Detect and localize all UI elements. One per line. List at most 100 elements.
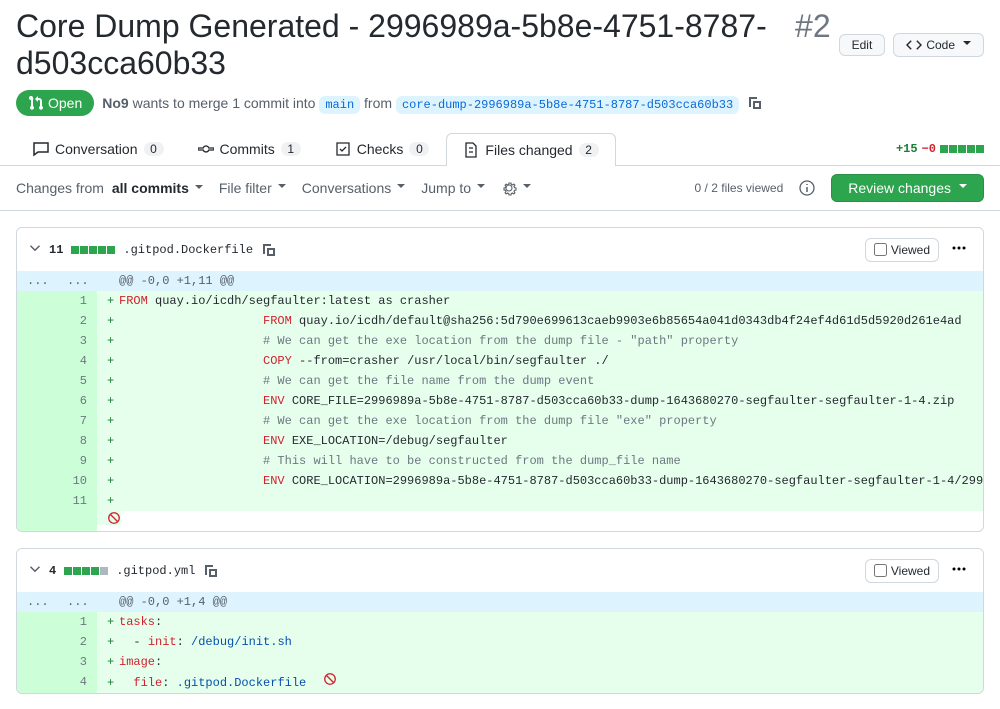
viewed-checkbox[interactable] [874, 243, 887, 256]
line-number-new[interactable]: 10 [57, 471, 97, 491]
code-line: +FROM quay.io/icdh/segfaulter:latest as … [97, 291, 983, 311]
no-newline-icon [323, 672, 337, 686]
line-number-old[interactable] [17, 451, 57, 471]
line-number-old[interactable] [17, 672, 57, 693]
file-diff-icon [463, 142, 479, 158]
line-number-new[interactable]: 2 [57, 632, 97, 652]
diffstat-blocks [940, 145, 984, 153]
info-icon[interactable] [799, 180, 815, 196]
pr-title-row: Core Dump Generated - 2996989a-5b8e-4751… [16, 8, 984, 82]
line-number-old[interactable] [17, 311, 57, 331]
code-line: + ENV CORE_LOCATION=2996989a-5b8e-4751-8… [97, 471, 983, 491]
line-number-old[interactable] [17, 431, 57, 451]
viewed-toggle[interactable]: Viewed [865, 238, 939, 262]
line-number-new[interactable]: 4 [57, 351, 97, 371]
file-name[interactable]: .gitpod.yml [116, 564, 195, 578]
copy-icon[interactable] [261, 242, 277, 258]
no-newline-marker [97, 511, 121, 525]
tab-files-changed[interactable]: Files changed 2 [446, 133, 615, 166]
collapse-file-toggle[interactable] [29, 242, 41, 257]
code-line: + COPY --from=crasher /usr/local/bin/seg… [97, 351, 983, 371]
line-number-new[interactable]: 3 [57, 652, 97, 672]
pr-author[interactable]: No9 [102, 95, 128, 111]
expand-hunk[interactable]: ... [17, 271, 57, 291]
line-number-new[interactable]: 9 [57, 451, 97, 471]
code-line: + - init: /debug/init.sh [97, 632, 983, 652]
collapse-file-toggle[interactable] [29, 563, 41, 578]
file-diff: 4.gitpod.yml Viewed......@@ -0,0 +1,4 @@… [16, 548, 984, 694]
diffstat: +15 −0 [896, 142, 984, 156]
line-number-old[interactable] [17, 371, 57, 391]
file-diffstat-blocks [71, 246, 115, 254]
line-number-old[interactable] [17, 491, 57, 511]
hunk-header: @@ -0,0 +1,11 @@ [97, 271, 983, 291]
line-number-new[interactable]: 8 [57, 431, 97, 451]
line-number-old[interactable] [17, 652, 57, 672]
line-number-old[interactable] [17, 331, 57, 351]
diff-settings-dropdown[interactable] [501, 180, 531, 196]
line-number-new[interactable]: 11 [57, 491, 97, 511]
files-count: 2 [579, 143, 599, 157]
line-number-old[interactable] [17, 291, 57, 311]
state-badge: Open [16, 90, 94, 116]
tab-commits[interactable]: Commits 1 [181, 132, 318, 165]
changes-from-dropdown[interactable]: Changes from all commits [16, 180, 203, 196]
copy-icon[interactable] [203, 563, 219, 579]
line-number-new[interactable]: 1 [57, 612, 97, 632]
file-menu[interactable] [947, 557, 971, 584]
code-line: + # We can get the file name from the du… [97, 371, 983, 391]
viewed-toggle[interactable]: Viewed [865, 559, 939, 583]
line-number-new[interactable]: 7 [57, 411, 97, 431]
line-number-old[interactable] [17, 411, 57, 431]
file-name[interactable]: .gitpod.Dockerfile [123, 243, 253, 257]
pr-title-text: Core Dump Generated - 2996989a-5b8e-4751… [16, 8, 787, 82]
file-change-count: 11 [49, 243, 63, 257]
head-branch[interactable]: core-dump-2996989a-5b8e-4751-8787-d503cc… [396, 96, 739, 114]
line-number-old[interactable] [17, 632, 57, 652]
diff-table: ......@@ -0,0 +1,11 @@1+FROM quay.io/icd… [17, 271, 983, 531]
jump-to-dropdown[interactable]: Jump to [421, 180, 485, 196]
code-line: + FROM quay.io/icdh/default@sha256:5d790… [97, 311, 983, 331]
base-branch[interactable]: main [319, 96, 360, 114]
hunk-header: @@ -0,0 +1,4 @@ [97, 592, 983, 612]
copy-branch-icon[interactable] [747, 95, 763, 111]
pr-number: #2 [795, 8, 831, 45]
file-diff: 11.gitpod.Dockerfile Viewed......@@ -0,0… [16, 227, 984, 532]
no-newline-icon [107, 511, 121, 525]
chevron-down-icon [29, 563, 41, 575]
expand-hunk[interactable]: ... [57, 592, 97, 612]
line-number-new[interactable]: 2 [57, 311, 97, 331]
gear-icon [501, 180, 517, 196]
line-number-new[interactable]: 6 [57, 391, 97, 411]
chevron-down-icon [29, 242, 41, 254]
viewed-checkbox[interactable] [874, 564, 887, 577]
line-number-new[interactable]: 3 [57, 331, 97, 351]
line-number-new[interactable]: 4 [57, 672, 97, 693]
code-line: + ENV EXE_LOCATION=/debug/segfaulter [97, 431, 983, 451]
line-number-old[interactable] [17, 612, 57, 632]
kebab-icon [951, 240, 967, 256]
review-changes-button[interactable]: Review changes [831, 174, 984, 202]
pr-state-row: Open No9 wants to merge 1 commit into ma… [16, 90, 984, 116]
code-line: +tasks: [97, 612, 983, 632]
files-viewed-progress: 0 / 2 files viewed [695, 181, 784, 195]
pr-title: Core Dump Generated - 2996989a-5b8e-4751… [16, 8, 831, 82]
expand-hunk[interactable]: ... [17, 592, 57, 612]
line-number-new[interactable]: 5 [57, 371, 97, 391]
line-number-old[interactable] [17, 351, 57, 371]
file-filter-dropdown[interactable]: File filter [219, 180, 286, 196]
conversations-dropdown[interactable]: Conversations [302, 180, 406, 196]
expand-hunk[interactable]: ... [57, 271, 97, 291]
pr-description: No9 wants to merge 1 commit into main fr… [102, 95, 739, 112]
line-number-new[interactable]: 1 [57, 291, 97, 311]
edit-button[interactable]: Edit [839, 34, 886, 56]
conversation-count: 0 [144, 142, 164, 156]
code-line: + # This will have to be constructed fro… [97, 451, 983, 471]
code-button[interactable]: Code [893, 33, 984, 57]
line-number-old[interactable] [17, 471, 57, 491]
file-menu[interactable] [947, 236, 971, 263]
tab-checks[interactable]: Checks 0 [318, 132, 447, 165]
line-number-old[interactable] [17, 391, 57, 411]
tab-conversation[interactable]: Conversation 0 [16, 132, 181, 165]
code-line: + # We can get the exe location from the… [97, 331, 983, 351]
